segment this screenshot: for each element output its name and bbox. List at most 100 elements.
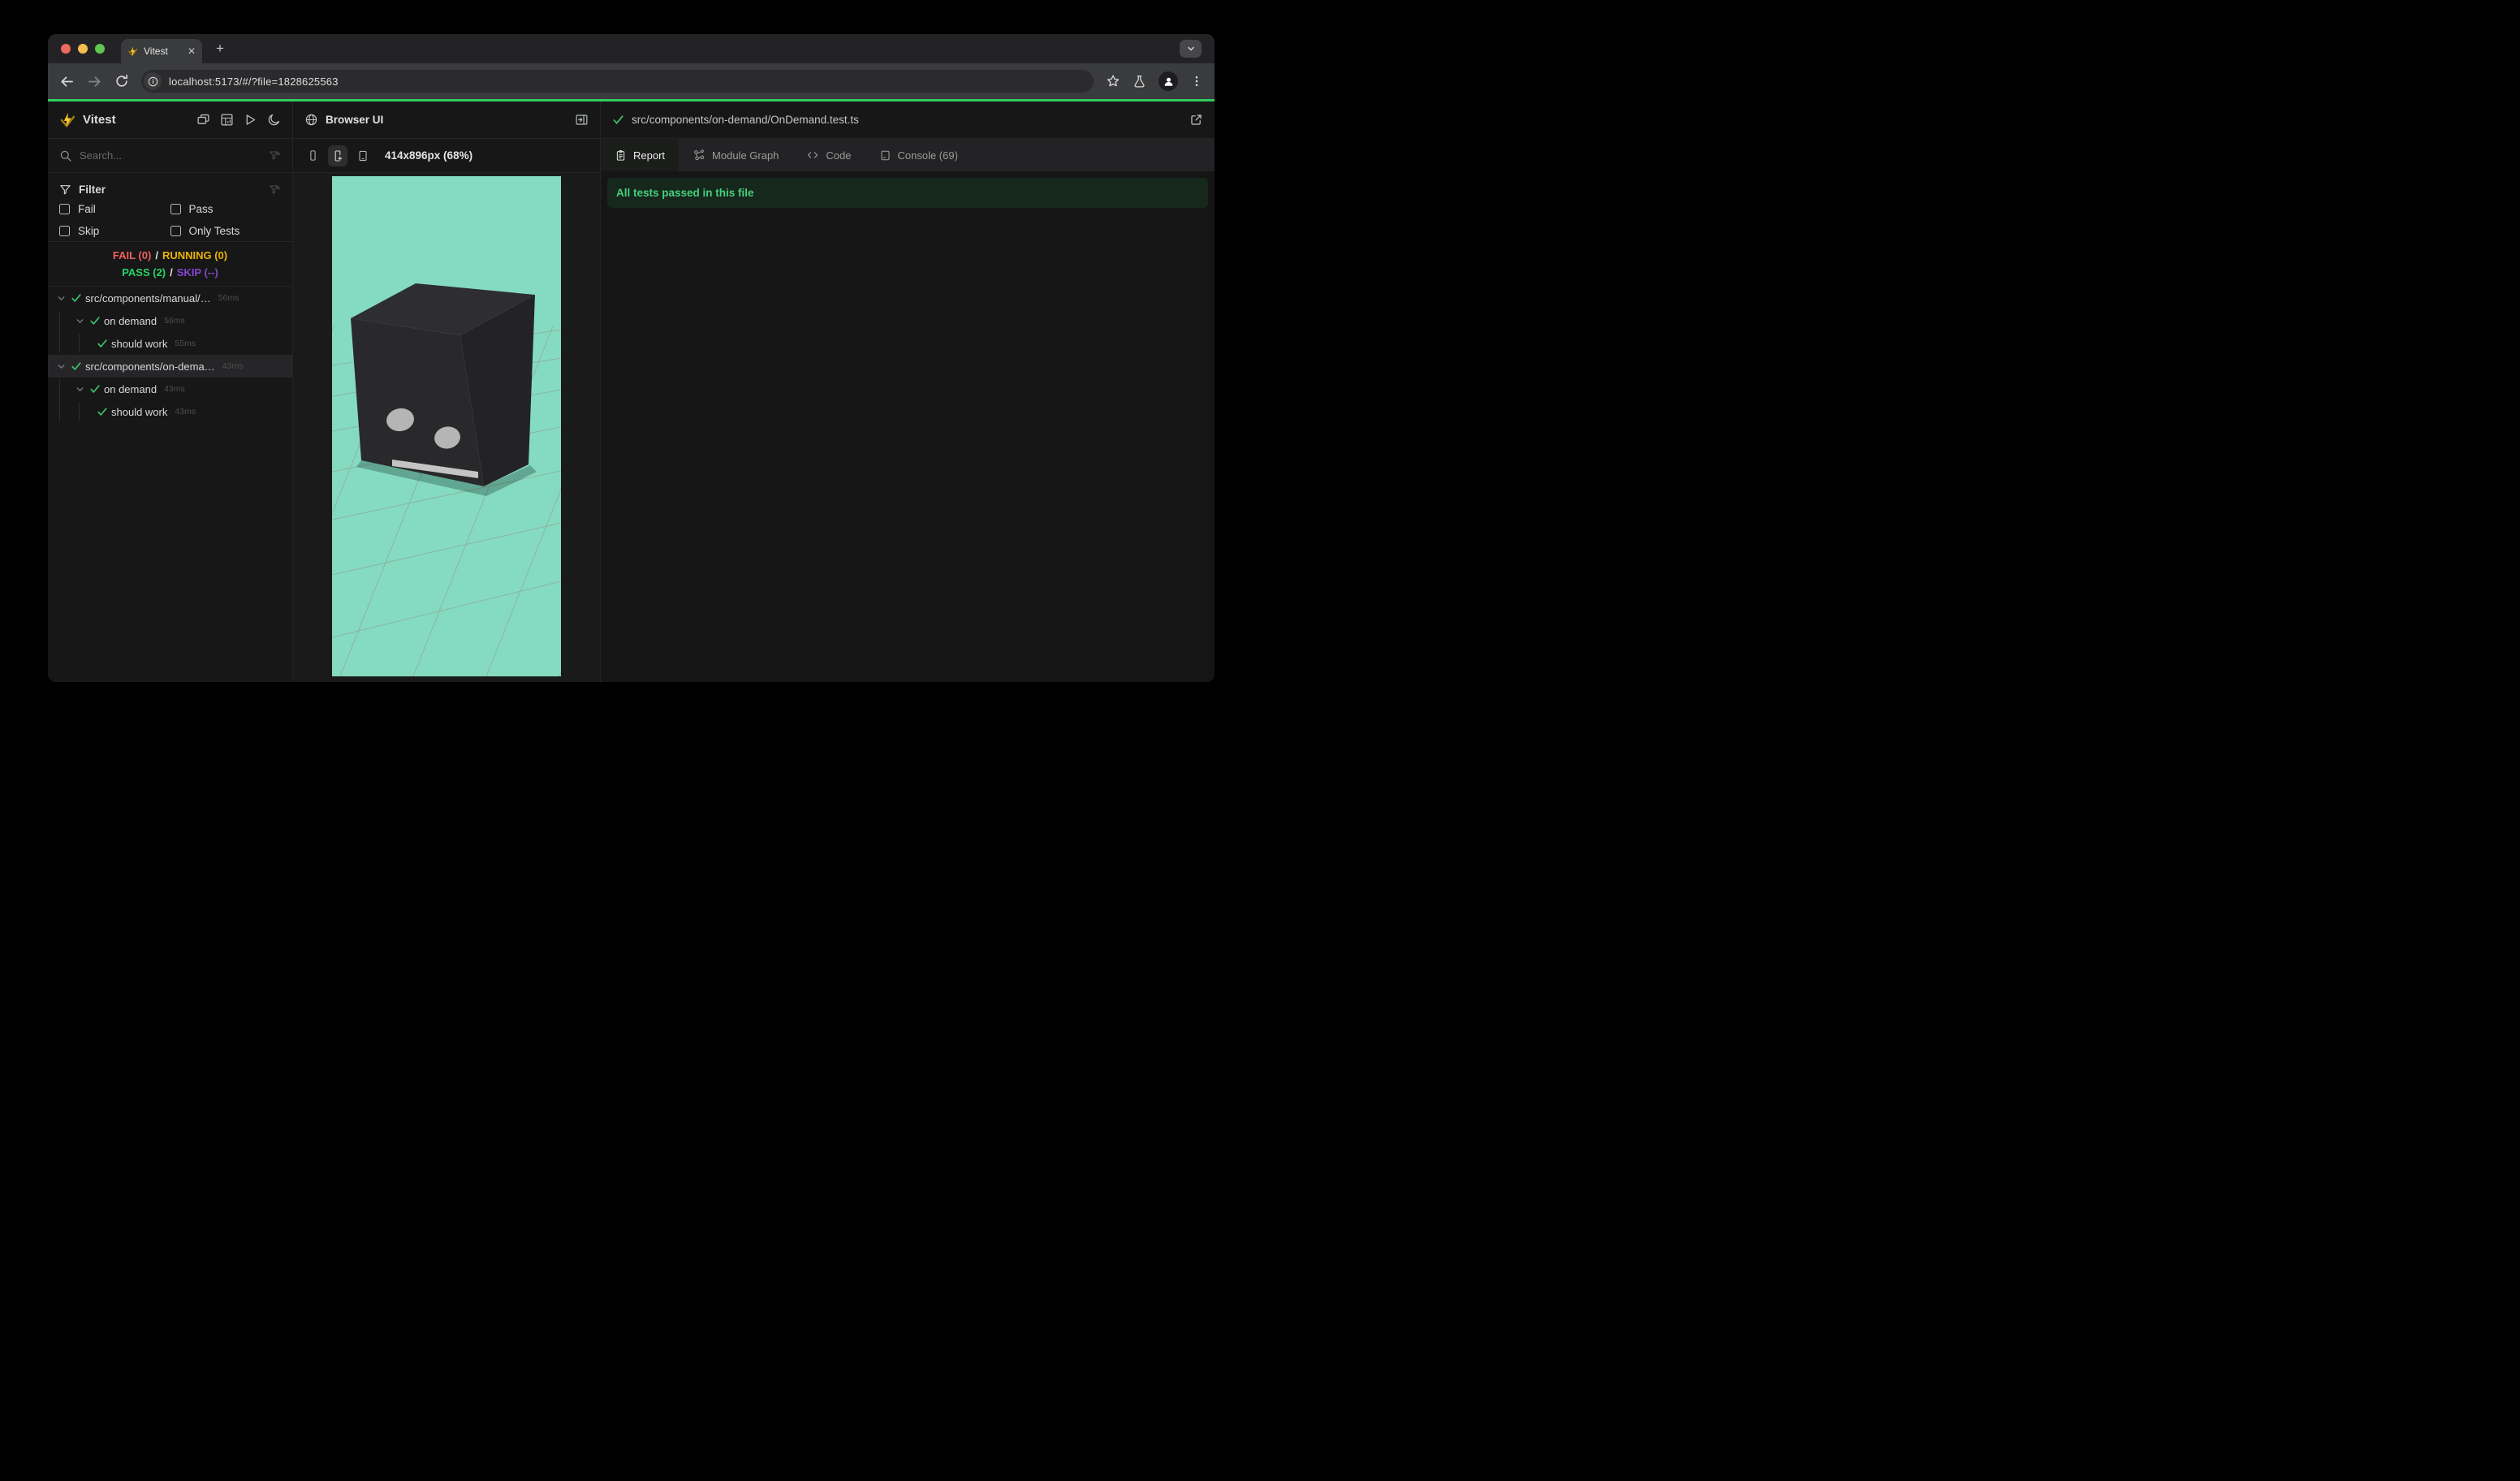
- pass-check-icon: [89, 383, 101, 395]
- filter-title: Filter: [79, 183, 106, 196]
- dashboard-icon[interactable]: [220, 113, 234, 127]
- tab-code[interactable]: Code: [792, 139, 865, 171]
- chevron-down-icon[interactable]: [75, 384, 86, 395]
- filter-funnel-icon: [59, 184, 71, 196]
- checkbox-icon: [59, 204, 70, 214]
- file-header: src/components/on-demand/OnDemand.test.t…: [601, 101, 1215, 139]
- reload-button[interactable]: [114, 74, 129, 89]
- chevron-down-icon: [1187, 46, 1194, 51]
- minimize-window-button[interactable]: [78, 44, 88, 54]
- run-all-icon[interactable]: [244, 113, 257, 127]
- tree-test-row[interactable]: should work 55ms: [48, 332, 292, 355]
- url-text: localhost:5173/#/?file=1828625563: [169, 75, 339, 88]
- sidebar-header: Vitest: [48, 101, 292, 139]
- report-panel: src/components/on-demand/OnDemand.test.t…: [601, 101, 1215, 682]
- code-icon: [806, 149, 819, 162]
- filter-checkbox-fail[interactable]: Fail: [59, 203, 170, 215]
- new-tab-button[interactable]: +: [212, 41, 228, 57]
- report-icon: [615, 149, 627, 162]
- robot-cube: [351, 283, 537, 496]
- filter-checkbox-skip[interactable]: Skip: [59, 225, 170, 237]
- running-count: RUNNING (0): [162, 249, 228, 261]
- clear-filter-icon[interactable]: [269, 184, 281, 196]
- browser-ui-panel: Browser UI 414x896px (68%): [293, 101, 601, 682]
- clear-search-filter-icon[interactable]: [269, 149, 281, 162]
- browser-menu-icon[interactable]: [1190, 75, 1203, 88]
- tree-suite-row[interactable]: on demand 43ms: [48, 378, 292, 400]
- desktop: Vitest ✕ + localhost:5173/#/?file=182862…: [0, 0, 1260, 740]
- duration: 56ms: [164, 316, 185, 326]
- dark-mode-moon-icon[interactable]: [267, 113, 281, 127]
- tree-test-row[interactable]: should work 43ms: [48, 400, 292, 423]
- skip-count: SKIP (--): [176, 266, 218, 278]
- all-tests-passed-banner: All tests passed in this file: [607, 178, 1208, 208]
- device-tablet-icon[interactable]: [353, 145, 373, 166]
- experiments-flask-icon[interactable]: [1133, 75, 1146, 89]
- device-phone-small-icon[interactable]: [303, 145, 322, 166]
- tab-title: Vitest: [144, 45, 168, 57]
- fail-count: FAIL (0): [112, 249, 152, 261]
- duration: 43ms: [164, 384, 185, 394]
- console-icon: [879, 149, 891, 162]
- vitest-favicon-icon: [127, 46, 138, 57]
- tree-suite-row[interactable]: on demand 56ms: [48, 309, 292, 332]
- filter-section: Filter Fail Pass Skip Only Tests: [48, 173, 292, 242]
- close-window-button[interactable]: [61, 44, 71, 54]
- checkbox-icon: [170, 226, 181, 236]
- tested-app-viewport[interactable]: [332, 176, 561, 676]
- browser-titlebar: Vitest ✕ +: [48, 34, 1215, 63]
- device-preview-area: [293, 173, 600, 682]
- chevron-down-icon[interactable]: [56, 293, 67, 304]
- file-pass-check-icon: [612, 114, 624, 126]
- duration: 55ms: [175, 339, 196, 348]
- vitest-ui: Vitest Search... Filter Fail Pass Skip O…: [48, 101, 1215, 682]
- dock-panel-right-icon[interactable]: [575, 113, 589, 127]
- checkbox-icon: [170, 204, 181, 214]
- file-path: src/components/on-demand/OnDemand.test.t…: [632, 114, 859, 126]
- site-info-icon[interactable]: [144, 72, 162, 90]
- vitest-logo-icon: [59, 112, 76, 128]
- search-icon: [59, 149, 72, 162]
- tab-console[interactable]: Console (69): [865, 139, 972, 171]
- tab-report[interactable]: Report: [601, 139, 680, 171]
- back-button[interactable]: [59, 74, 75, 89]
- duration: 43ms: [175, 407, 196, 417]
- tab-search-button[interactable]: [1180, 40, 1202, 58]
- browser-window: Vitest ✕ + localhost:5173/#/?file=182862…: [48, 34, 1215, 682]
- browser-tab[interactable]: Vitest ✕: [121, 39, 202, 63]
- browser-toolbar: localhost:5173/#/?file=1828625563: [48, 63, 1215, 99]
- filter-checkbox-pass[interactable]: Pass: [170, 203, 282, 215]
- search-input[interactable]: [80, 149, 261, 162]
- report-tabbar: Report Module Graph Code Console (69): [601, 139, 1215, 171]
- pass-check-icon: [71, 361, 83, 372]
- sidebar: Vitest Search... Filter Fail Pass Skip O…: [48, 101, 293, 682]
- browser-ui-title: Browser UI: [326, 114, 384, 126]
- pass-check-icon: [71, 292, 83, 304]
- chevron-down-icon[interactable]: [56, 361, 67, 372]
- viewport-size-label: 414x896px (68%): [385, 149, 473, 162]
- chevron-down-icon[interactable]: [75, 316, 86, 326]
- device-phone-add-icon[interactable]: [328, 145, 347, 166]
- test-tree: src/components/manual/… 56ms on demand 5…: [48, 287, 292, 423]
- app-title: Vitest: [83, 113, 116, 127]
- forward-button[interactable]: [87, 74, 102, 89]
- zoom-window-button[interactable]: [95, 44, 105, 54]
- module-graph-icon: [693, 149, 706, 162]
- toggle-panels-icon[interactable]: [196, 113, 210, 127]
- open-in-editor-icon[interactable]: [1189, 113, 1203, 127]
- tree-file-row-selected[interactable]: src/components/on-dema… 43ms: [48, 355, 292, 378]
- filter-checkbox-only-tests[interactable]: Only Tests: [170, 225, 282, 237]
- address-bar[interactable]: localhost:5173/#/?file=1828625563: [141, 70, 1094, 93]
- pass-check-icon: [97, 406, 109, 417]
- tab-close-icon[interactable]: ✕: [188, 46, 196, 56]
- pass-check-icon: [97, 338, 109, 349]
- search-row: [48, 139, 292, 173]
- bookmark-star-icon[interactable]: [1106, 74, 1120, 89]
- tree-file-row[interactable]: src/components/manual/… 56ms: [48, 287, 292, 309]
- tab-module-graph[interactable]: Module Graph: [679, 139, 792, 171]
- profile-avatar[interactable]: [1159, 71, 1178, 91]
- checkbox-icon: [59, 226, 70, 236]
- duration: 43ms: [222, 361, 244, 371]
- browser-ui-header: Browser UI: [293, 101, 600, 139]
- pass-count: PASS (2): [122, 266, 166, 278]
